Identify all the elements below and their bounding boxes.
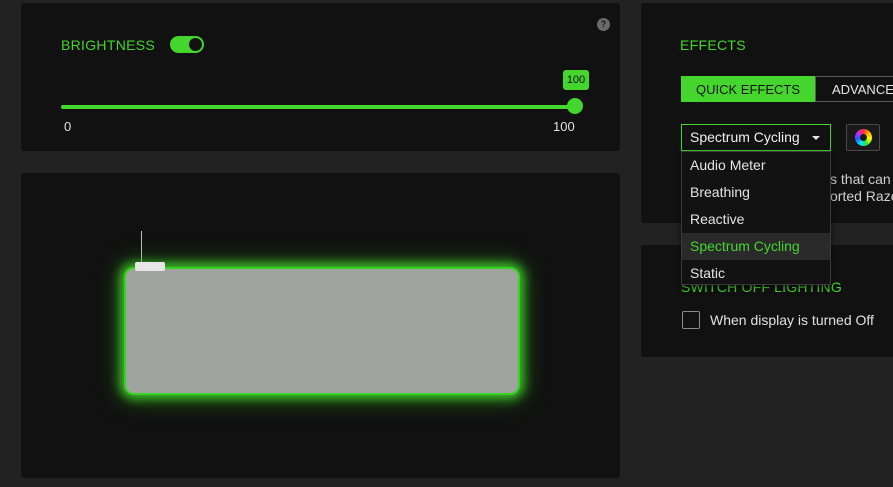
dropdown-option-spectrum-cycling[interactable]: Spectrum Cycling <box>682 233 830 260</box>
tab-quick-effects[interactable]: QUICK EFFECTS <box>681 76 815 102</box>
chevron-down-icon <box>812 136 820 140</box>
brightness-title: BRIGHTNESS <box>61 37 156 53</box>
mousepad-preview <box>124 267 520 395</box>
color-wheel-button[interactable] <box>846 124 880 151</box>
effect-dropdown-list: Audio Meter Breathing Reactive Spectrum … <box>681 151 831 285</box>
toggle-knob <box>189 38 202 51</box>
color-wheel-icon <box>855 129 872 146</box>
brightness-toggle[interactable] <box>170 36 204 53</box>
slider-max-label: 100 <box>553 119 575 134</box>
effect-select[interactable]: Spectrum Cycling <box>681 124 831 151</box>
brightness-slider-track[interactable] <box>61 105 575 109</box>
effect-description-line-2: orted Razer <box>830 188 893 204</box>
effects-title: EFFECTS <box>680 37 746 53</box>
slider-min-label: 0 <box>64 119 72 134</box>
help-icon[interactable]: ? <box>597 18 610 31</box>
display-off-checkbox[interactable] <box>682 311 700 329</box>
device-preview-panel <box>21 173 620 478</box>
slider-value-badge: 100 <box>563 70 589 90</box>
dropdown-option-static[interactable]: Static <box>682 260 830 287</box>
mousepad-cable-port <box>135 262 165 271</box>
effect-select-value: Spectrum Cycling <box>690 129 800 145</box>
display-off-label[interactable]: When display is turned Off <box>710 312 874 328</box>
brightness-slider-thumb[interactable] <box>567 98 583 114</box>
tab-advanced[interactable]: ADVANCED <box>815 76 893 102</box>
dropdown-option-audio-meter[interactable]: Audio Meter <box>682 152 830 179</box>
mousepad-cable <box>141 231 142 265</box>
dropdown-option-reactive[interactable]: Reactive <box>682 206 830 233</box>
effect-description-line-1: s that can <box>830 171 891 187</box>
brightness-panel: BRIGHTNESS ? 100 0 100 <box>21 3 620 151</box>
dropdown-option-breathing[interactable]: Breathing <box>682 179 830 206</box>
